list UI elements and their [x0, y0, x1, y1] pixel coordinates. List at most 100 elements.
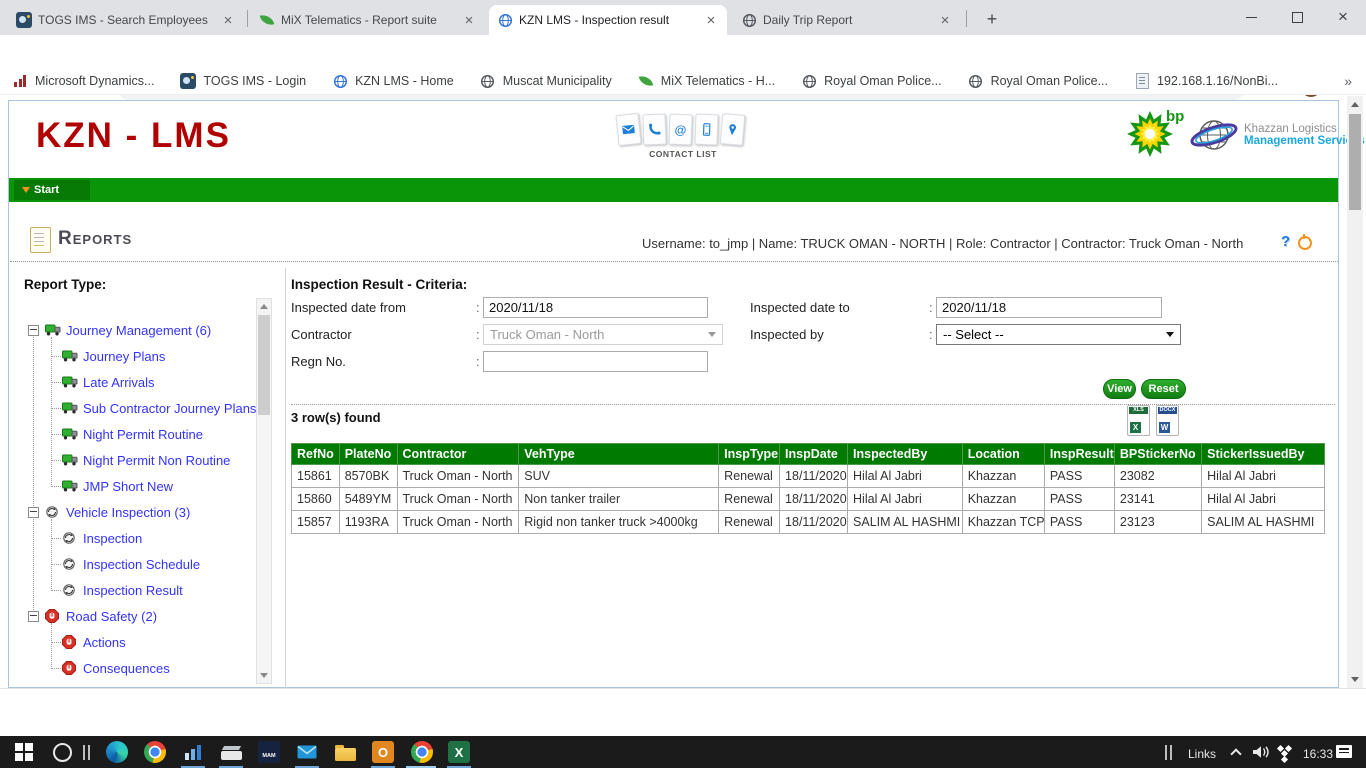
scroll-up-icon[interactable] [1351, 102, 1359, 107]
chrome-icon[interactable] [143, 740, 167, 764]
help-icon[interactable]: ? [1281, 233, 1290, 250]
tree-node-vehicle-inspection[interactable]: Vehicle Inspection (3) [28, 503, 190, 521]
bookmark-kzn-lms[interactable]: KZN LMS - Home [332, 73, 454, 89]
tree-label[interactable]: Inspection Result [83, 583, 183, 598]
tree-node-road-safety[interactable]: Road Safety (2) [28, 607, 157, 625]
regn-no-input[interactable] [483, 351, 708, 372]
tab-kzn-lms-active[interactable]: KZN LMS - Inspection result × [489, 5, 727, 35]
tree-node-night-permit-routine[interactable]: Night Permit Routine [62, 425, 203, 443]
tree-label[interactable]: Night Permit Non Routine [83, 453, 230, 468]
tree-label[interactable]: Road Safety (2) [66, 609, 157, 624]
date-from-input[interactable] [483, 297, 708, 318]
scrollbar-thumb[interactable] [1349, 114, 1361, 210]
scrollbar-thumb[interactable] [258, 315, 270, 415]
inspected-by-select[interactable]: -- Select -- [936, 324, 1181, 345]
window-restore-button[interactable] [1274, 0, 1320, 34]
tree-node-late-arrivals[interactable]: Late Arrivals [62, 373, 155, 391]
contact-list[interactable]: @ CONTACT LIST [617, 114, 749, 159]
table-row[interactable]: 15857 1193RA Truck Oman - North Rigid no… [292, 511, 1325, 534]
tree-node-sub-contractor-journey-plans[interactable]: Sub Contractor Journey Plans [62, 399, 256, 417]
tree-label[interactable]: Inspection [83, 531, 142, 546]
collapse-icon[interactable] [28, 611, 39, 622]
tree-label[interactable]: JMP Short New [83, 479, 173, 494]
logout-icon[interactable] [1298, 236, 1312, 250]
collapse-icon[interactable] [28, 507, 39, 518]
excel-icon[interactable]: X [447, 740, 471, 764]
tree-node-journey-management[interactable]: Journey Management (6) [28, 321, 211, 339]
tree-scrollbar[interactable] [256, 298, 272, 684]
tab-close-icon[interactable]: × [937, 13, 953, 28]
email-icon[interactable] [615, 113, 641, 146]
export-xls-icon[interactable]: XLS X [1127, 405, 1150, 436]
bookmark-rop-1[interactable]: Royal Oman Police... [801, 73, 941, 89]
reset-button[interactable]: Reset [1141, 379, 1186, 399]
tree-label[interactable]: Inspection Schedule [83, 557, 200, 572]
links-toolbar-label[interactable]: Links [1188, 747, 1216, 761]
green-leaf-icon [638, 73, 654, 89]
tree-node-jmp-short-new[interactable]: JMP Short New [62, 477, 173, 495]
mam-app-icon[interactable]: MAM [257, 740, 281, 764]
page-scrollbar[interactable] [1347, 96, 1363, 688]
at-icon[interactable]: @ [668, 114, 692, 146]
tree-node-inspection-result[interactable]: Inspection Result [62, 581, 183, 599]
file-explorer-icon[interactable] [333, 740, 357, 764]
bookmark-rop-2[interactable]: Royal Oman Police... [968, 73, 1108, 89]
view-button[interactable]: View [1103, 379, 1136, 399]
tree-label[interactable]: Late Arrivals [83, 375, 155, 390]
dynamics-icon[interactable] [181, 740, 205, 764]
new-tab-button[interactable]: + [980, 8, 1004, 32]
edge-icon[interactable] [105, 740, 129, 764]
chrome-active-icon[interactable] [410, 740, 434, 764]
tree-label[interactable]: Vehicle Inspection (3) [66, 505, 190, 520]
tab-close-icon[interactable]: × [220, 13, 236, 28]
location-pin-icon[interactable] [720, 113, 746, 146]
tab-close-icon[interactable]: × [703, 13, 719, 28]
window-minimize-button[interactable] [1228, 0, 1274, 34]
bookmark-muscat-municipality[interactable]: Muscat Municipality [480, 73, 612, 89]
tree-node-actions[interactable]: Actions [62, 633, 126, 651]
scanner-icon[interactable] [219, 740, 243, 764]
tree-label[interactable]: Consequences [83, 661, 170, 676]
collapse-icon[interactable] [28, 325, 39, 336]
date-to-input[interactable] [936, 297, 1162, 318]
bookmark-nonbi[interactable]: 192.168.1.16/NonBi... [1134, 73, 1278, 89]
mail-icon[interactable] [295, 740, 319, 764]
tree-label[interactable]: Sub Contractor Journey Plans [83, 401, 256, 416]
volume-icon[interactable] [1252, 745, 1270, 764]
tab-mix-telematics[interactable]: MiX Telematics - Report suite × [251, 5, 485, 35]
tree-node-inspection[interactable]: Inspection [62, 529, 142, 547]
tree-node-inspection-schedule[interactable]: Inspection Schedule [62, 555, 200, 573]
bookmarks-overflow-icon[interactable]: » [1344, 73, 1352, 89]
tab-daily-trip-report[interactable]: Daily Trip Report × [733, 5, 961, 35]
task-view-icon[interactable] [74, 740, 98, 764]
bookmark-mix-telematics[interactable]: MiX Telematics - H... [638, 73, 775, 89]
table-row[interactable]: 15860 5489YM Truck Oman - North Non tank… [292, 488, 1325, 511]
tree-label[interactable]: Journey Management (6) [66, 323, 211, 338]
tree-connector [51, 623, 52, 667]
action-center-icon[interactable] [1336, 745, 1352, 758]
outlook-icon[interactable]: O [371, 740, 395, 764]
tree-node-night-permit-non-routine[interactable]: Night Permit Non Routine [62, 451, 230, 469]
nav-start-menu[interactable]: Start [14, 180, 90, 200]
cortana-icon[interactable] [50, 740, 74, 764]
bookmark-label: Muscat Municipality [503, 74, 612, 88]
tree-node-journey-plans[interactable]: Journey Plans [62, 347, 165, 365]
phone-icon[interactable] [642, 114, 666, 146]
start-menu-icon[interactable] [12, 740, 36, 764]
tree-label[interactable]: Journey Plans [83, 349, 165, 364]
window-close-button[interactable]: × [1320, 0, 1366, 34]
tab-togs-ims[interactable]: TOGS IMS - Search Employees × [8, 5, 244, 35]
bookmark-togs-ims[interactable]: TOGS IMS - Login [180, 73, 306, 89]
tree-label[interactable]: Night Permit Routine [83, 427, 203, 442]
bookmark-microsoft-dynamics[interactable]: Microsoft Dynamics... [12, 73, 154, 89]
table-row[interactable]: 15861 8570BK Truck Oman - North SUV Rene… [292, 465, 1325, 488]
scroll-down-icon[interactable] [1351, 677, 1359, 682]
scroll-down-icon[interactable] [260, 673, 268, 678]
tree-label[interactable]: Actions [83, 635, 126, 650]
clock[interactable]: 16:33 [1303, 747, 1333, 761]
export-docx-icon[interactable]: DOCX W [1156, 405, 1179, 436]
mobile-icon[interactable] [694, 114, 718, 146]
scroll-up-icon[interactable] [260, 304, 268, 309]
tab-close-icon[interactable]: × [461, 13, 477, 28]
tree-node-consequences[interactable]: Consequences [62, 659, 170, 677]
